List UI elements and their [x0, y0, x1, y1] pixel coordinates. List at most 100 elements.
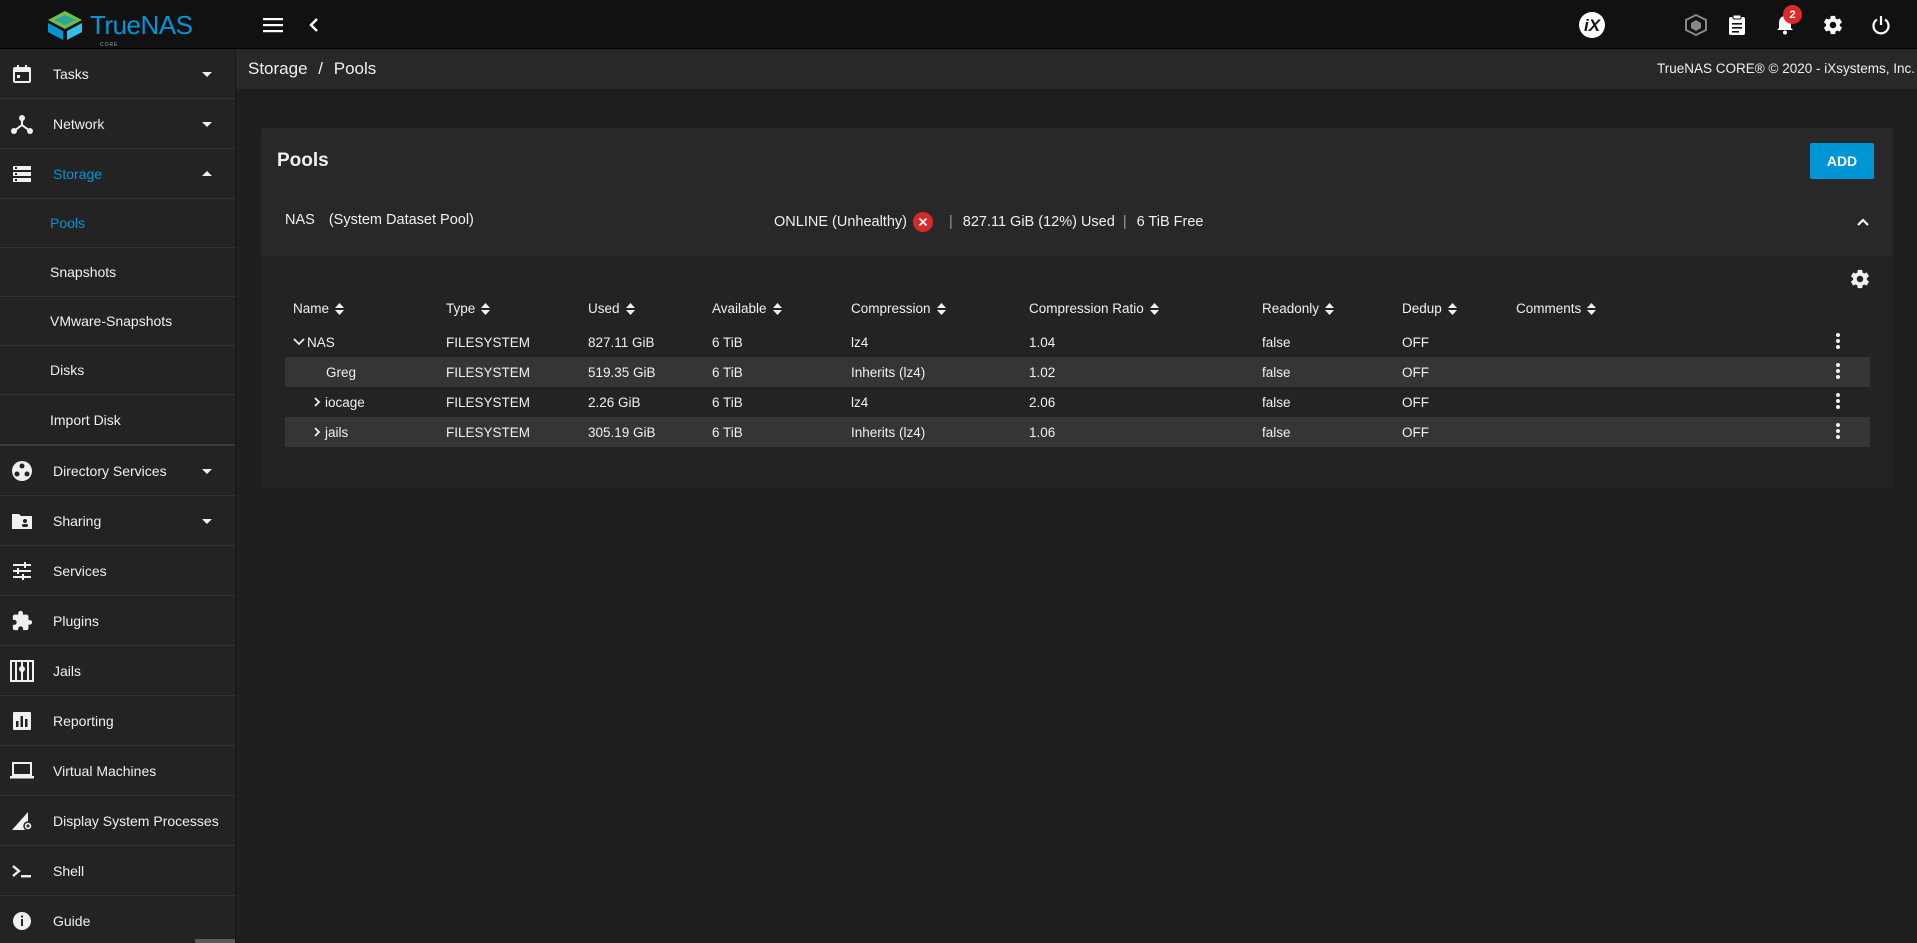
- dataset-name: jails: [311, 425, 348, 440]
- sidebar-subitem-import-disk[interactable]: Import Disk: [0, 395, 235, 444]
- sidebar-item-label: Display System Processes: [53, 812, 219, 829]
- sidebar-item-plugins[interactable]: Plugins: [0, 596, 235, 646]
- sidebar-item-network[interactable]: Network: [0, 99, 235, 149]
- chevron-down-icon[interactable]: [199, 116, 215, 132]
- dataset-compression-ratio: 1.04: [1029, 335, 1056, 350]
- gear-icon[interactable]: [1821, 13, 1845, 37]
- processes-icon: [10, 809, 34, 833]
- error-icon[interactable]: [912, 212, 933, 232]
- breadcrumb-storage-link[interactable]: Storage: [248, 59, 308, 78]
- column-header-readonly[interactable]: Readonly: [1262, 301, 1335, 316]
- sort-icon: [1447, 302, 1457, 315]
- sidebar-subitem-vmware-snapshots[interactable]: VMware-Snapshots: [0, 297, 235, 346]
- table-row[interactable]: iocage FILESYSTEM 2.26 GiB 6 TiB lz4 2.0…: [285, 387, 1870, 417]
- table-row[interactable]: jails FILESYSTEM 305.19 GiB 6 TiB Inheri…: [285, 417, 1870, 447]
- sidebar-item-sharing[interactable]: Sharing: [0, 496, 235, 546]
- dataset-table: Name Type Used Available Compression Com…: [261, 256, 1893, 488]
- sharing-icon: [10, 509, 34, 533]
- sidebar-subitem-pools[interactable]: Pools: [0, 199, 235, 248]
- breadcrumb-bar: Storage / Pools TrueNAS CORE® © 2020 - i…: [236, 49, 1917, 89]
- add-pool-button[interactable]: ADD: [1810, 143, 1874, 179]
- power-icon[interactable]: [1869, 13, 1893, 37]
- sidebar-item-tasks[interactable]: Tasks: [0, 49, 235, 99]
- table-row[interactable]: NAS FILESYSTEM 827.11 GiB 6 TiB lz4 1.04…: [285, 327, 1870, 357]
- puzzle-icon: [10, 609, 34, 633]
- pool-actions-gear-icon[interactable]: [1849, 268, 1873, 292]
- laptop-icon: [10, 759, 34, 783]
- bell-icon[interactable]: 2: [1773, 5, 1802, 37]
- notification-count-badge: 2: [1783, 5, 1802, 24]
- calendar-icon: [10, 62, 34, 86]
- breadcrumb-separator: /: [318, 59, 324, 78]
- column-header-used[interactable]: Used: [588, 301, 635, 316]
- dataset-name: iocage: [311, 395, 365, 410]
- dataset-name: NAS: [293, 335, 335, 350]
- chevron-right-icon: [314, 427, 321, 437]
- sidebar-item-label: Guide: [53, 913, 91, 929]
- column-header-compression[interactable]: Compression: [851, 301, 946, 316]
- dataset-used: 2.26 GiB: [588, 395, 641, 410]
- column-header-type[interactable]: Type: [446, 301, 491, 316]
- sidebar-item-services[interactable]: Services: [0, 546, 235, 596]
- sort-icon: [1149, 302, 1159, 315]
- chevron-down-icon[interactable]: [199, 66, 215, 82]
- sidebar-item-jails[interactable]: Jails: [0, 646, 235, 696]
- more-vert-icon[interactable]: [1826, 389, 1850, 413]
- ix-systems-logo[interactable]: iX: [1573, 12, 1611, 38]
- dataset-type: FILESYSTEM: [446, 365, 531, 380]
- sort-icon: [936, 302, 946, 315]
- column-header-comments[interactable]: Comments: [1516, 301, 1597, 316]
- sidebar-item-guide[interactable]: Guide: [0, 896, 235, 943]
- sidebar-scrollbar[interactable]: [195, 939, 235, 943]
- column-header-dedup[interactable]: Dedup: [1402, 301, 1457, 316]
- sidebar-item-reporting[interactable]: Reporting: [0, 696, 235, 746]
- dataset-compression-ratio: 1.02: [1029, 365, 1056, 380]
- sidebar-item-virtual-machines[interactable]: Virtual Machines: [0, 746, 235, 796]
- dataset-readonly: false: [1262, 335, 1291, 350]
- pool-status: ONLINE (Unhealthy) | 827.11 GiB (12%) Us…: [774, 212, 1203, 232]
- sidebar-item-directory-services[interactable]: Directory Services: [0, 446, 235, 496]
- sidebar-item-label: Services: [53, 562, 107, 579]
- pool-free: 6 TiB Free: [1136, 214, 1204, 230]
- dataset-dedup: OFF: [1402, 365, 1429, 380]
- chevron-up-icon[interactable]: [199, 166, 215, 182]
- sidebar-item-label: Network: [53, 115, 105, 132]
- pools-card: Pools ADD NAS (System Dataset Pool) ONLIN…: [261, 128, 1893, 488]
- chevron-up-icon[interactable]: [1855, 214, 1871, 230]
- dataset-available: 6 TiB: [712, 365, 743, 380]
- sidebar-subitem-snapshots[interactable]: Snapshots: [0, 248, 235, 297]
- sidebar-item-shell[interactable]: Shell: [0, 846, 235, 896]
- sort-icon: [772, 302, 782, 315]
- chevron-left-icon[interactable]: [302, 13, 326, 37]
- pool-header[interactable]: NAS (System Dataset Pool) ONLINE (Unhealt…: [261, 198, 1893, 246]
- system-dataset-label: (System Dataset Pool): [328, 212, 474, 228]
- breadcrumb-current: Pools: [333, 59, 377, 78]
- logo-text: TrueNAS: [90, 10, 193, 40]
- sidebar-item-label: Jails: [53, 662, 82, 679]
- more-vert-icon[interactable]: [1826, 419, 1850, 443]
- sidebar-subitem-disks[interactable]: Disks: [0, 346, 235, 395]
- sidebar-item-display-system-processes[interactable]: Display System Processes: [0, 796, 235, 846]
- table-row[interactable]: Greg FILESYSTEM 519.35 GiB 6 TiB Inherit…: [285, 357, 1870, 387]
- sidebar-item-label: Plugins: [53, 612, 99, 629]
- truecommand-icon[interactable]: [1684, 13, 1708, 37]
- more-vert-icon[interactable]: [1826, 359, 1850, 383]
- clipboard-icon[interactable]: [1725, 13, 1749, 37]
- chevron-down-icon[interactable]: [199, 463, 215, 479]
- pool-status-text: ONLINE (Unhealthy): [774, 214, 907, 230]
- more-vert-icon[interactable]: [1826, 329, 1850, 353]
- column-header-compression-ratio[interactable]: Compression Ratio: [1029, 301, 1159, 316]
- column-header-name[interactable]: Name: [293, 301, 345, 316]
- chevron-down-icon[interactable]: [199, 513, 215, 529]
- column-header-available[interactable]: Available: [712, 301, 782, 316]
- menu-icon[interactable]: [261, 13, 285, 37]
- sidebar-item-storage[interactable]: Storage: [0, 149, 235, 199]
- terminal-icon: [10, 859, 34, 883]
- dataset-name: Greg: [326, 365, 357, 380]
- directory-icon: [10, 459, 34, 483]
- dataset-used: 827.11 GiB: [588, 335, 655, 350]
- dataset-readonly: false: [1262, 395, 1291, 410]
- dataset-type: FILESYSTEM: [446, 425, 531, 440]
- truenas-logo[interactable]: TrueNAS CORE: [46, 9, 193, 48]
- separator: |: [1122, 214, 1127, 230]
